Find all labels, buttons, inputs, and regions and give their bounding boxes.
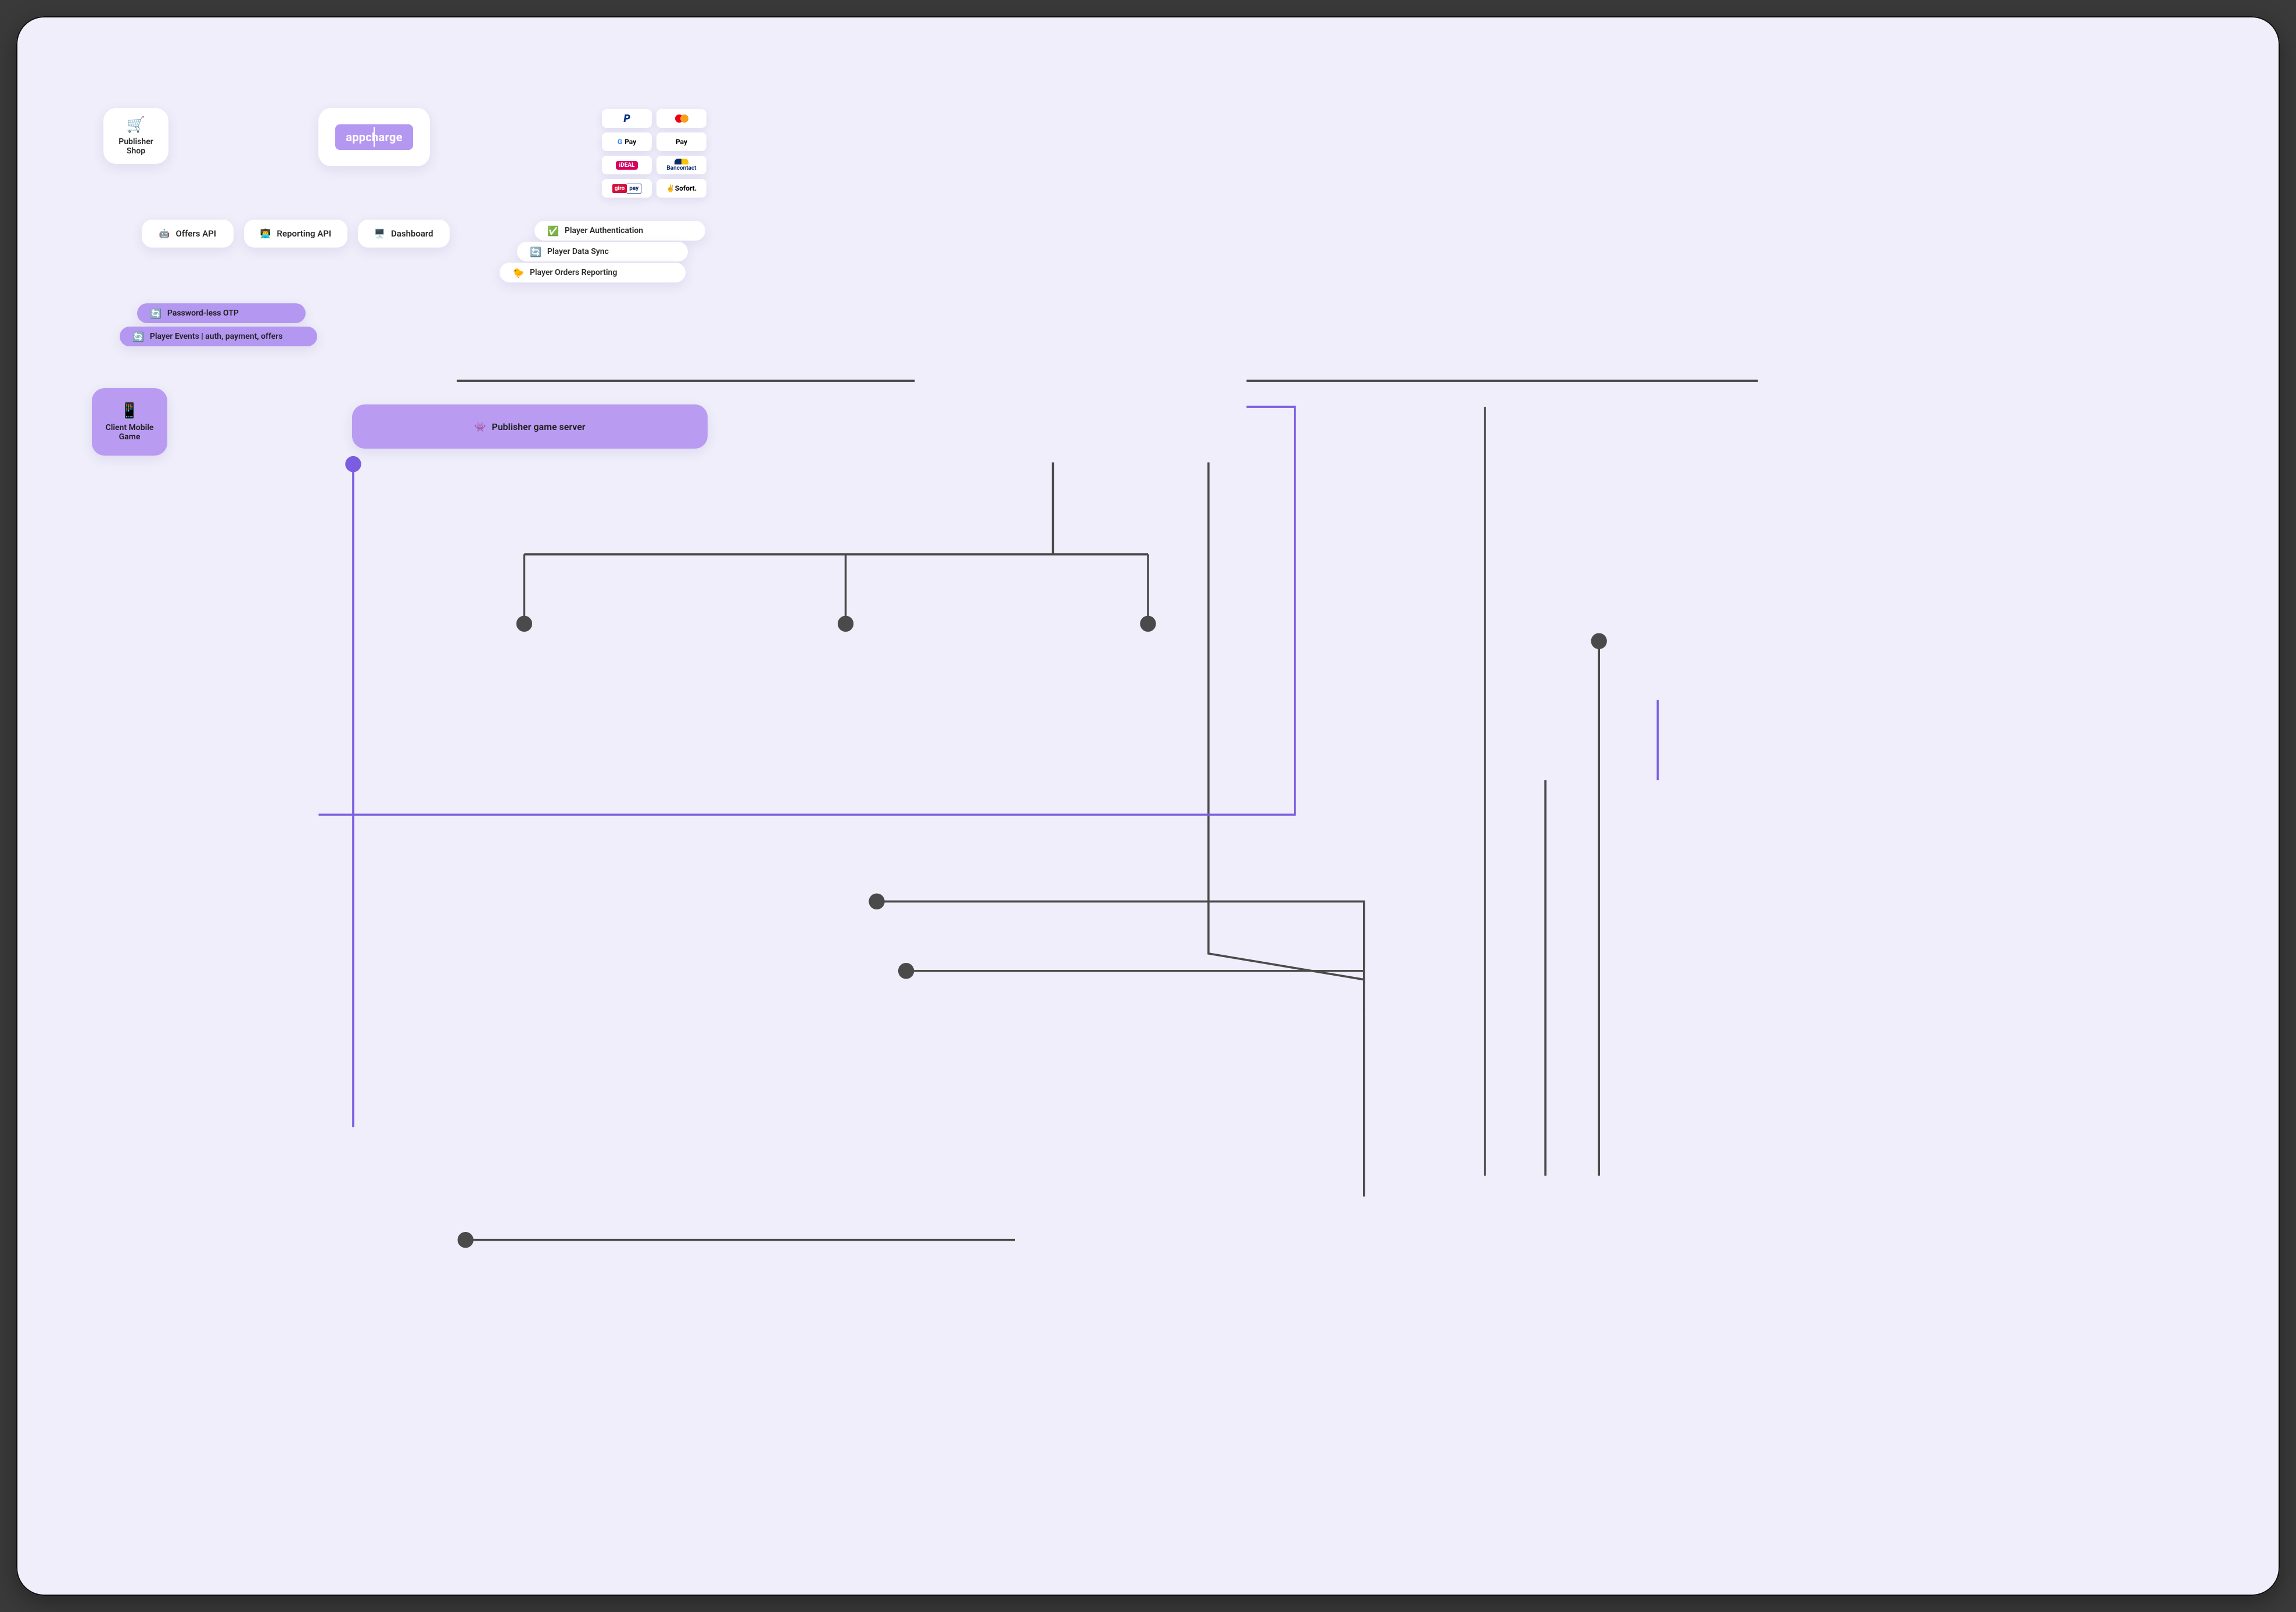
pill-player-orders-reporting: 🐤 Player Orders Reporting: [500, 263, 686, 282]
payment-mastercard: [656, 109, 706, 128]
sync-icon: 🔄: [150, 308, 162, 319]
pill-player-data-sync: 🔄 Player Data Sync: [517, 242, 688, 261]
diagram-frame: 🛒 Publisher Shop appcharge 🤖 Offers API …: [16, 16, 2280, 1596]
paypal-icon: P: [623, 113, 630, 125]
payment-sofort: ✌Sofort.: [656, 179, 706, 198]
diagram-canvas: 🛒 Publisher Shop appcharge 🤖 Offers API …: [16, 16, 2280, 1596]
client-game-label: Client Mobile Game: [106, 423, 154, 442]
player-sync-label: Player Data Sync: [547, 247, 609, 256]
appcharge-logo: appcharge: [335, 124, 413, 150]
sync-icon: 🔄: [530, 246, 541, 257]
otp-label: Password-less OTP: [167, 309, 239, 318]
payment-gpay: G G PayPay: [602, 132, 652, 151]
bancontact-icon: Bancontact: [666, 159, 696, 171]
payment-ideal: iDEAL: [602, 156, 652, 174]
robot-icon: 🤖: [159, 228, 170, 239]
pill-password-less-otp: 🔄 Password-less OTP: [137, 303, 306, 323]
space-invader-icon: 👾: [474, 421, 486, 432]
giropay-icon: giropay: [612, 184, 641, 194]
game-server-label: Publisher game server: [492, 421, 585, 432]
node-appcharge-hub: appcharge: [318, 108, 430, 166]
node-offers-api: 🤖 Offers API: [142, 220, 234, 248]
developer-icon: 👨‍💻: [260, 228, 271, 239]
node-reporting-api: 👨‍💻 Reporting API: [244, 220, 347, 248]
reporting-api-label: Reporting API: [277, 228, 331, 239]
gpay-icon: G: [618, 138, 622, 146]
cart-icon: 🛒: [127, 116, 145, 134]
bancontact-label: Bancontact: [666, 165, 696, 171]
phone-icon: 📱: [120, 402, 139, 420]
payment-paypal: P: [602, 109, 652, 128]
applepay-label: Pay: [676, 138, 687, 146]
node-dashboard: 🖥️ Dashboard: [358, 220, 450, 248]
offers-api-label: Offers API: [175, 228, 216, 239]
pill-player-authentication: ✅ Player Authentication: [534, 221, 705, 241]
sync-icon: 🔄: [132, 331, 144, 342]
sofort-label: ✌Sofort.: [666, 184, 697, 192]
mastercard-icon: [675, 114, 688, 123]
payment-methods-grid: P G G PayPay Pay iDEAL Bancontact giropa…: [602, 109, 706, 198]
payment-bancontact: Bancontact: [656, 156, 706, 174]
payment-applepay: Pay: [656, 132, 706, 151]
connection-wires: [16, 16, 2280, 1596]
dashboard-label: Dashboard: [391, 228, 433, 239]
payment-giropay: giropay: [602, 179, 652, 198]
node-publisher-game-server: 👾 Publisher game server: [352, 404, 708, 449]
node-publisher-shop: 🛒 Publisher Shop: [103, 108, 168, 164]
player-auth-label: Player Authentication: [565, 226, 643, 235]
pill-player-events: 🔄 Player Events | auth, payment, offers: [120, 327, 317, 346]
check-icon: ✅: [547, 225, 559, 237]
bird-icon: 🐤: [512, 267, 524, 278]
ideal-icon: iDEAL: [616, 161, 638, 170]
node-client-mobile-game: 📱 Client Mobile Game: [92, 388, 167, 456]
monitor-icon: 🖥️: [374, 228, 385, 239]
player-events-label: Player Events | auth, payment, offers: [150, 332, 283, 341]
publisher-shop-label: Publisher Shop: [119, 137, 153, 156]
player-orders-label: Player Orders Reporting: [530, 268, 617, 277]
